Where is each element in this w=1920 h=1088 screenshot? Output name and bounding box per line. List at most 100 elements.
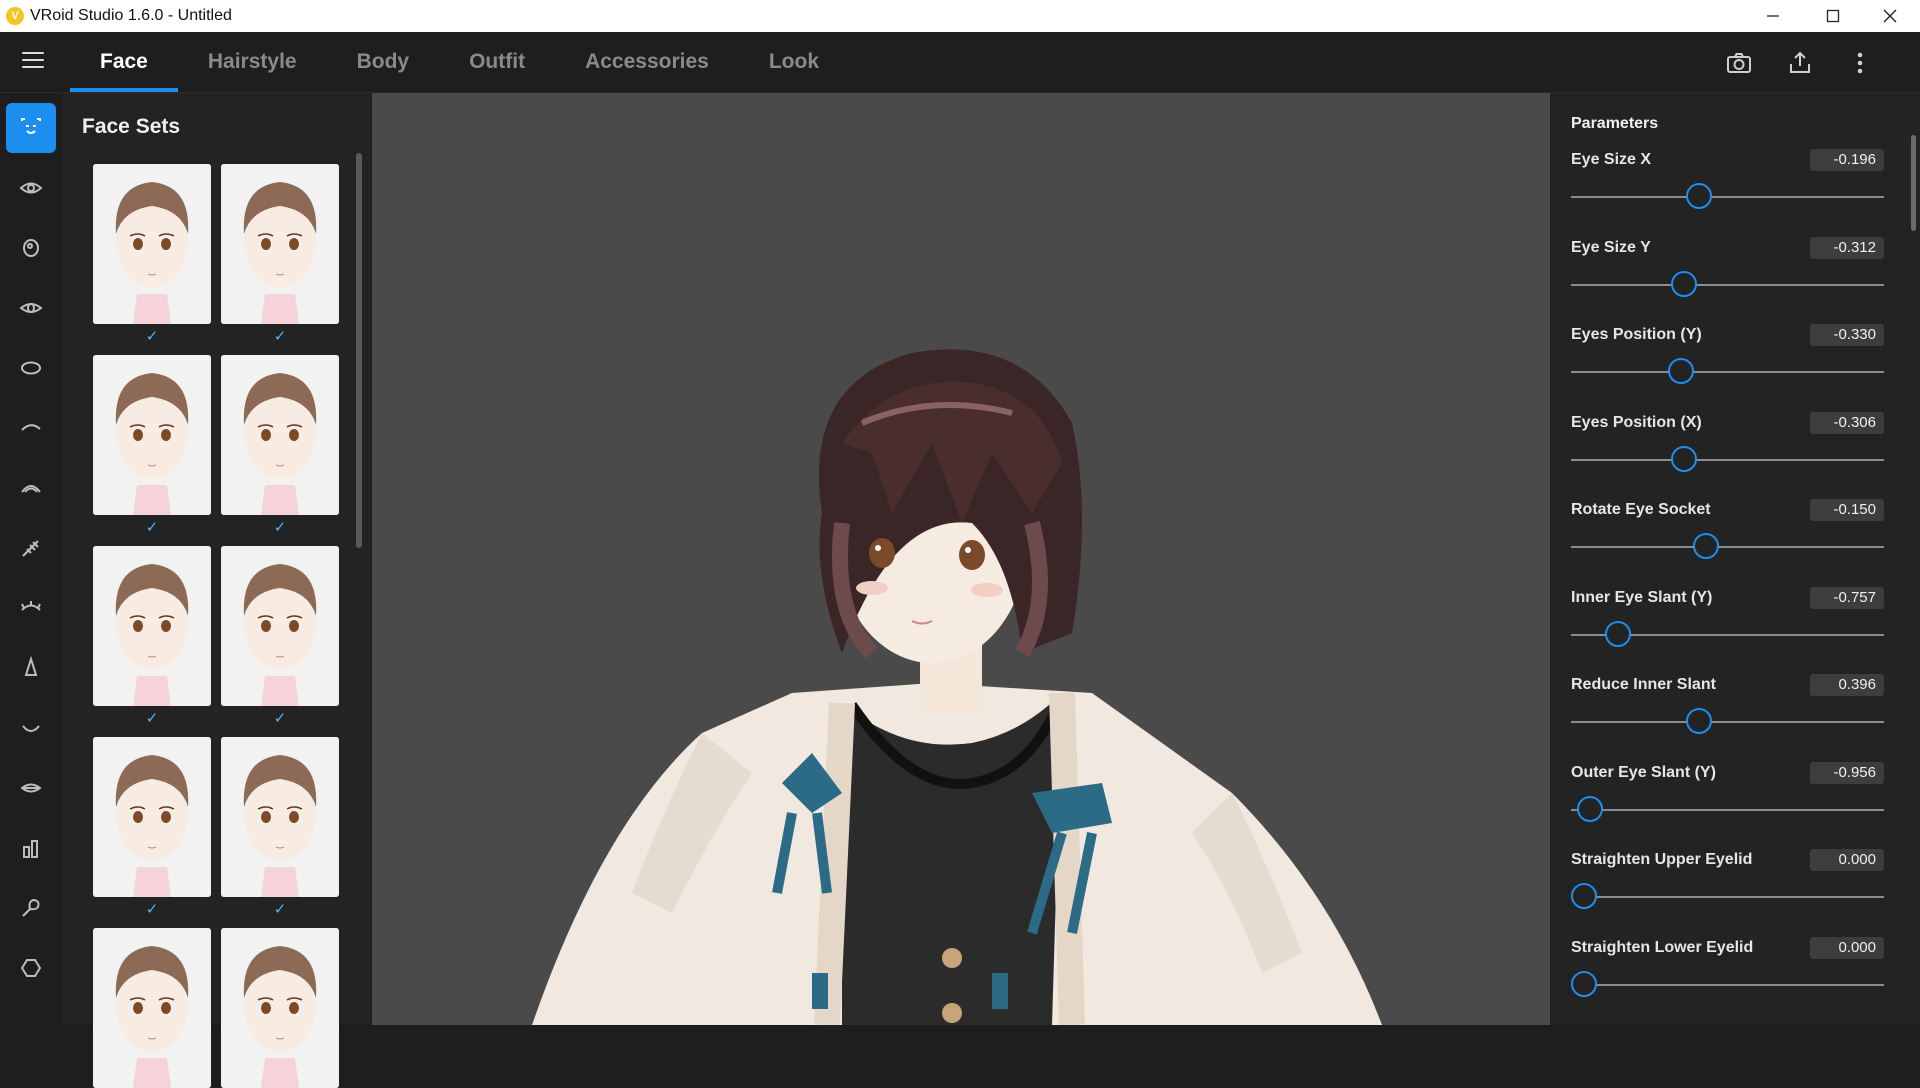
close-icon	[1883, 9, 1897, 23]
window-title: VRoid Studio 1.6.0 - Untitled	[30, 7, 232, 24]
eye-icon[interactable]	[6, 163, 56, 213]
parameter-slider-track[interactable]	[1571, 896, 1884, 898]
face-set-thumbnail[interactable]	[221, 546, 339, 706]
parameter-row: Outer Eye Slant (Y) -0.956	[1571, 750, 1884, 834]
parameter-value-input[interactable]: -0.306	[1810, 411, 1884, 434]
close-button[interactable]	[1860, 0, 1920, 32]
parameter-slider-track[interactable]	[1571, 283, 1884, 286]
parameter-value-input[interactable]: -0.956	[1810, 761, 1884, 784]
menu-icon[interactable]	[22, 52, 44, 70]
top-menu-bar: Face Hairstyle Body Outfit Accessories L…	[0, 32, 1920, 93]
character-preview	[532, 349, 1382, 1025]
eyelash-icon[interactable]	[6, 523, 56, 573]
parameter-slider-handle[interactable]	[1670, 445, 1697, 472]
parameter-label: Eyes Position (Y)	[1571, 326, 1702, 343]
parameter-row: Inner Eye Slant (Y) -0.757	[1571, 575, 1884, 659]
parameter-slider-handle[interactable]	[1686, 708, 1713, 734]
maximize-icon	[1826, 9, 1840, 23]
parameter-value-input[interactable]: -0.312	[1810, 236, 1884, 259]
face-set-thumbnail[interactable]	[93, 737, 211, 897]
parameter-value-input[interactable]: 0.000	[1810, 849, 1884, 871]
parameter-slider-handle[interactable]	[1667, 358, 1694, 384]
eyebrow-icon[interactable]	[6, 403, 56, 453]
camera-icon[interactable]	[1725, 49, 1753, 77]
tab-accessories[interactable]: Accessories	[555, 32, 739, 92]
nose-icon[interactable]	[6, 643, 56, 693]
parameters-title: Parameters	[1571, 115, 1659, 132]
eyeball-icon[interactable]	[6, 223, 56, 273]
parameter-label: Eye Size X	[1571, 151, 1652, 168]
parameter-label: Rotate Eye Socket	[1571, 501, 1711, 518]
parameter-value-input[interactable]: 0.000	[1810, 936, 1884, 959]
parameter-slider-handle[interactable]	[1571, 970, 1597, 997]
maximize-button[interactable]	[1803, 0, 1863, 32]
parameter-row: Eyes Position (Y) -0.330	[1571, 312, 1884, 396]
parameter-slider-track[interactable]	[1571, 371, 1884, 373]
face-set-thumbnail[interactable]	[221, 164, 339, 324]
tab-face[interactable]: Face	[70, 32, 178, 92]
eye-outline-icon[interactable]	[6, 283, 56, 333]
parameter-value-input[interactable]: -0.150	[1810, 499, 1884, 521]
share-icon[interactable]	[1786, 49, 1814, 77]
face-set-check-icon: ✓	[273, 519, 287, 536]
parameter-label: Reduce Inner Slant	[1571, 676, 1716, 693]
vroid-logo-icon: V	[6, 7, 24, 25]
face-outline-icon[interactable]	[6, 943, 56, 993]
parameter-row: Straighten Upper Eyelid 0.000	[1571, 837, 1884, 921]
parameter-label: Outer Eye Slant (Y)	[1571, 763, 1716, 781]
parameter-slider-handle[interactable]	[1692, 533, 1719, 559]
lips-icon[interactable]	[6, 763, 56, 813]
parameter-value-input[interactable]: -0.330	[1810, 324, 1884, 346]
parameter-slider-track[interactable]	[1571, 721, 1884, 723]
minimize-icon	[1767, 15, 1779, 17]
eyelid-icon[interactable]	[6, 463, 56, 513]
ear-icon[interactable]	[6, 883, 56, 933]
main-tabs: Face Hairstyle Body Outfit Accessories L…	[70, 32, 849, 92]
parameter-value-input[interactable]: -0.757	[1810, 586, 1884, 609]
face-set-thumbnail[interactable]	[93, 164, 211, 324]
face-set-check-icon: ✓	[145, 901, 159, 918]
eye-shape-icon[interactable]	[6, 343, 56, 393]
parameter-value-input[interactable]: -0.196	[1810, 149, 1884, 171]
parameter-slider-handle[interactable]	[1686, 183, 1713, 209]
face-set-thumbnail[interactable]	[93, 928, 211, 1088]
face-set-thumbnail[interactable]	[221, 355, 339, 515]
parameter-label: Eyes Position (X)	[1571, 413, 1702, 431]
parameter-slider-track[interactable]	[1571, 458, 1884, 461]
parameter-slider-handle[interactable]	[1571, 883, 1597, 909]
more-vertical-icon[interactable]	[1846, 49, 1874, 77]
face-set-thumbnail[interactable]	[93, 355, 211, 515]
parameter-label: Straighten Lower Eyelid	[1571, 938, 1754, 956]
parameter-slider-handle[interactable]	[1576, 795, 1603, 822]
tab-body[interactable]: Body	[327, 32, 440, 92]
minimize-button[interactable]	[1743, 0, 1803, 32]
parameter-value-input[interactable]: 0.396	[1810, 674, 1884, 696]
parameters-panel: Parameters Eye Size X -0.196 Eye Size Y -0.…	[1551, 93, 1920, 1025]
tab-outfit[interactable]: Outfit	[439, 32, 555, 92]
face-set-thumbnail[interactable]	[221, 737, 339, 897]
tab-look[interactable]: Look	[739, 32, 849, 92]
face-set-check-icon: ✓	[273, 901, 287, 918]
parameter-row: Eye Size Y -0.312	[1571, 225, 1884, 309]
mouth-icon[interactable]	[6, 703, 56, 753]
face-sets-scrollbar[interactable]	[356, 153, 362, 548]
model-viewport[interactable]	[372, 93, 1550, 1025]
parameter-slider-handle[interactable]	[1670, 270, 1697, 297]
parameter-slider-track[interactable]	[1571, 808, 1884, 811]
parameter-row: Rotate Eye Socket -0.150	[1571, 487, 1884, 571]
teeth-icon[interactable]	[6, 823, 56, 873]
face-set-check-icon: ✓	[273, 710, 287, 727]
face-set-thumbnail[interactable]	[221, 928, 339, 1088]
face-set-thumbnail[interactable]	[93, 546, 211, 706]
parameter-row: Straighten Lower Eyelid 0.000	[1571, 925, 1884, 1009]
parameter-slider-track[interactable]	[1571, 546, 1884, 548]
parameter-label: Eye Size Y	[1571, 238, 1651, 256]
face-icon[interactable]	[6, 103, 56, 153]
parameters-scrollbar[interactable]	[1911, 135, 1916, 231]
parameter-slider-track[interactable]	[1571, 196, 1884, 198]
tab-hairstyle[interactable]: Hairstyle	[178, 32, 327, 92]
parameter-slider-handle[interactable]	[1604, 620, 1631, 647]
eye-lower-icon[interactable]	[6, 583, 56, 633]
parameter-row: Eyes Position (X) -0.306	[1571, 400, 1884, 484]
parameter-slider-track[interactable]	[1571, 983, 1884, 986]
